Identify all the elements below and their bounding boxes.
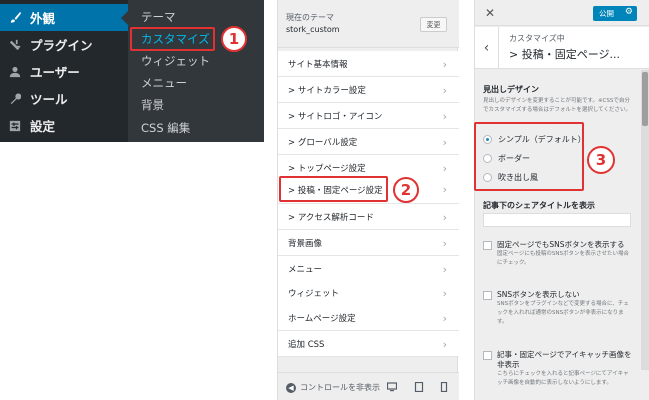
- checkbox-label: 記事・固定ページでアイキャッチ画像を非表示: [497, 350, 632, 369]
- close-icon[interactable]: ✕: [485, 6, 495, 20]
- chevron-right-icon: ›: [442, 287, 447, 300]
- section-background-image[interactable]: 背景画像 ›: [278, 230, 459, 256]
- checkbox-row-hide-eyecatch[interactable]: 記事・固定ページでアイキャッチ画像を非表示 こちらにチェックを入れると記事ページ…: [483, 350, 637, 388]
- tablet-preview-icon[interactable]: [414, 381, 424, 393]
- menu-item-label: プラグイン: [30, 38, 93, 53]
- submenu-background[interactable]: 背景: [129, 93, 264, 117]
- chevron-right-icon: ›: [442, 136, 447, 149]
- heading-design-label: 見出しデザイン: [483, 85, 539, 94]
- chevron-right-icon: ›: [442, 183, 447, 196]
- user-icon: [0, 66, 30, 78]
- menu-item-users[interactable]: ユーザー: [0, 58, 128, 85]
- highlight-box-post-page: [279, 176, 388, 202]
- checkbox-description: SNSボタンをプラグインなどで変更する場合に、チェックを入れれば通常のSNSボタ…: [497, 301, 629, 325]
- section-widgets[interactable]: ウィジェット ›: [278, 280, 459, 306]
- checkbox-description: 固定ページにも投稿のSNSボタンを表示させたい場合にチェック。: [497, 251, 629, 266]
- gear-icon[interactable]: ⚙: [625, 7, 633, 17]
- section-menus[interactable]: メニュー ›: [278, 256, 459, 282]
- checkbox-row-sns-on-pages[interactable]: 固定ページでもSNSボタンを表示する 固定ページにも投稿のSNSボタンを表示させ…: [483, 240, 637, 268]
- section-detail-panel: ✕ 公開 ⚙ ‹ カスタマイズ中 > 投稿・固定ページ... 見出しデザイン 見…: [474, 0, 649, 400]
- current-theme-label: 現在のテーマ: [286, 13, 334, 22]
- detail-top-bar: ✕ 公開 ⚙: [475, 0, 649, 26]
- admin-main-menu: 外観 プラグイン ユーザー ツール 設定: [0, 0, 128, 142]
- customizer-footer: ◀ コントロールを非表示: [278, 372, 459, 400]
- desktop-preview-icon[interactable]: [386, 382, 398, 392]
- chevron-right-icon: ›: [442, 58, 447, 71]
- checkbox[interactable]: [483, 241, 492, 250]
- submenu-css-edit[interactable]: CSS 編集: [129, 116, 264, 140]
- chevron-right-icon: ›: [442, 312, 447, 325]
- section-site-color[interactable]: > サイトカラー設定 ›: [278, 77, 459, 103]
- scrollbar[interactable]: [641, 70, 649, 370]
- menu-item-tools[interactable]: ツール: [0, 85, 128, 112]
- chevron-right-icon: ›: [442, 211, 447, 224]
- chevron-right-icon: ›: [442, 263, 447, 276]
- publish-button[interactable]: 公開 ⚙: [593, 6, 637, 21]
- current-arrow: [121, 11, 128, 25]
- submenu-widgets[interactable]: ウィジェット: [129, 49, 264, 73]
- chevron-right-icon: ›: [442, 338, 447, 351]
- checkbox[interactable]: [483, 291, 492, 300]
- wrench-icon: [0, 93, 30, 105]
- section-homepage[interactable]: ホームページ設定 ›: [278, 305, 459, 331]
- highlight-box-customize: [130, 27, 215, 51]
- checkbox[interactable]: [483, 351, 492, 360]
- current-theme-bar: 現在のテーマ stork_custom 変更: [278, 0, 459, 48]
- scrollbar-thumb[interactable]: [642, 72, 648, 126]
- section-analytics[interactable]: > アクセス解析コード ›: [278, 204, 459, 230]
- detail-header: ‹ カスタマイズ中 > 投稿・固定ページ...: [475, 27, 649, 69]
- section-title: > 投稿・固定ページ...: [509, 48, 620, 61]
- section-site-identity[interactable]: サイト基本情報 ›: [278, 51, 459, 77]
- share-title-input[interactable]: [483, 213, 631, 227]
- plugin-icon: [0, 39, 30, 51]
- checkbox-row-hide-sns[interactable]: SNSボタンを表示しない SNSボタンをプラグインなどで変更する場合に、チェック…: [483, 290, 637, 327]
- collapse-icon: ◀: [286, 382, 296, 393]
- chevron-right-icon: ›: [442, 84, 447, 97]
- step-badge-3: 3: [587, 146, 615, 174]
- section-additional-css[interactable]: 追加 CSS ›: [278, 331, 459, 357]
- admin-menu: 外観 プラグイン ユーザー ツール 設定 テーマ カスタマイズ ウィジェット メ…: [0, 0, 264, 142]
- section-site-logo[interactable]: > サイトロゴ・アイコン ›: [278, 103, 459, 129]
- menu-item-label: 設定: [30, 119, 56, 134]
- highlight-box-heading-options: [474, 122, 584, 191]
- mobile-preview-icon[interactable]: [439, 381, 449, 393]
- checkbox-label: SNSボタンを表示しない: [497, 290, 580, 299]
- section-global[interactable]: > グローバル設定 ›: [278, 129, 459, 155]
- chevron-right-icon: ›: [442, 110, 447, 123]
- menu-item-label: ユーザー: [30, 65, 80, 80]
- menu-item-label: 外観: [30, 11, 56, 26]
- step-badge-2: 2: [393, 177, 419, 203]
- hide-controls-button[interactable]: ◀ コントロールを非表示: [286, 382, 380, 393]
- step-badge-1: 1: [221, 26, 247, 52]
- checkbox-label: 固定ページでもSNSボタンを表示する: [497, 240, 625, 249]
- chevron-right-icon: ›: [442, 237, 447, 250]
- menu-item-settings[interactable]: 設定: [0, 112, 128, 139]
- settings-icon: [0, 120, 30, 132]
- heading-design-description: 見出しのデザインを変更することが可能です。※CSSで自分でカスタマイズする場合は…: [483, 98, 632, 113]
- change-theme-button[interactable]: 変更: [420, 17, 447, 32]
- theme-name: stork_custom: [286, 25, 340, 34]
- share-title-label: 記事下のシェアタイトルを表示: [483, 201, 595, 210]
- chevron-right-icon: ›: [442, 162, 447, 175]
- menu-item-plugins[interactable]: プラグイン: [0, 31, 128, 58]
- menu-item-appearance[interactable]: 外観: [0, 4, 128, 31]
- breadcrumb: カスタマイズ中: [509, 34, 565, 43]
- menu-item-label: ツール: [30, 92, 68, 107]
- submenu-themes[interactable]: テーマ: [129, 5, 264, 29]
- canvas: 外観 プラグイン ユーザー ツール 設定 テーマ カスタマイズ ウィジェット メ…: [0, 0, 649, 400]
- checkbox-description: こちらにチェックを入れると記事ページにてアイキャッチ画像を自動的に表示しないよう…: [497, 371, 629, 386]
- submenu-menus[interactable]: メニュー: [129, 71, 264, 95]
- back-arrow-icon[interactable]: ‹: [475, 27, 499, 69]
- paintbrush-icon: [0, 11, 30, 24]
